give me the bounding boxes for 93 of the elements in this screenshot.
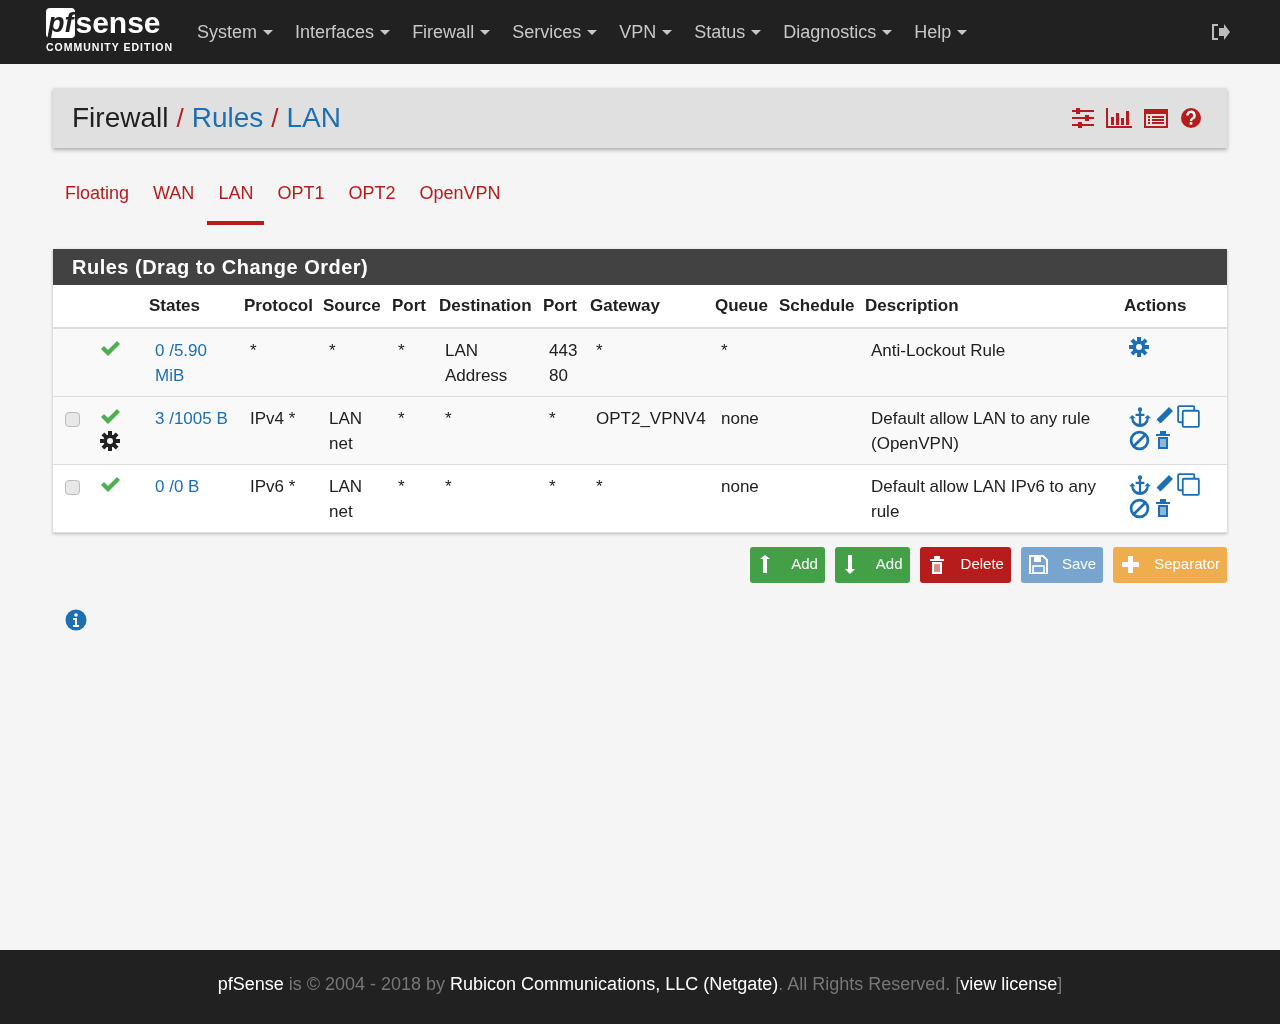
table-cell: IPv4 * [250,408,296,428]
logout-icon[interactable] [1210,23,1230,41]
copyright-text: pfSense is © 2004 - 2018 by Rubicon Communications, LLC (Netgate). All Rights Reserved. [view license] [217,972,1063,996]
column-header[interactable]: Schedule [779,296,855,315]
interface-tab[interactable]: OPT1 [266,180,336,225]
interface-tab[interactable]: Floating [54,180,141,225]
help-icon[interactable] [1180,107,1202,129]
breadcrumb-link[interactable]: LAN [286,97,341,139]
table-cell: * [398,476,405,496]
table-cell: 443 80 [549,340,578,385]
states-link[interactable]: 3 /1005 B [155,405,240,431]
table-cell: Anti-Lockout Rule [871,340,1006,360]
table-cell: Default allow LAN to any rule (OpenVPN) [871,408,1091,453]
rule-checkbox[interactable] [65,411,80,427]
column-header[interactable]: Gateway [590,296,660,315]
anchor-icon[interactable] [1129,405,1151,427]
pfsense-logo[interactable]: pfsense COMMUNITY EDITION [46,8,174,56]
table-cell: * [445,476,452,496]
trash-icon[interactable] [927,555,947,574]
caret-icon[interactable] [662,29,673,35]
table-cell: * [721,340,728,360]
table-cell: LAN net [329,476,363,521]
caret-icon[interactable] [882,29,893,35]
column-header[interactable]: States [149,296,201,315]
delete-icon[interactable] [1153,430,1173,450]
nav-menu[interactable]: Help [914,18,968,46]
caret-icon[interactable] [751,29,762,35]
disable-icon[interactable] [1129,497,1150,519]
table-cell: * [398,340,405,360]
table-cell: * [398,408,405,428]
interface-tab[interactable]: OpenVPN [408,180,512,225]
table-cell: LAN net [329,408,363,453]
table-cell: * [596,340,603,360]
column-header[interactable]: Destination [439,296,532,315]
disable-icon[interactable] [1129,429,1150,451]
info-icon[interactable] [65,608,87,631]
nav-menu[interactable]: Services [512,18,598,46]
table-cell: * [250,340,257,360]
nav-menu[interactable]: Firewall [412,18,491,46]
nav-menu[interactable]: Status [694,18,762,46]
column-header[interactable]: Description [865,296,959,315]
nav-menu[interactable]: System [197,18,274,46]
interface-tab[interactable]: WAN [142,180,206,225]
enabled-check-icon[interactable] [100,406,120,427]
table-cell: * [549,408,556,428]
caret-icon[interactable] [480,29,491,35]
breadcrumb-link[interactable]: Rules [191,97,264,139]
enabled-check-icon[interactable] [100,474,120,495]
interface-tab[interactable]: LAN [207,180,265,225]
sliders-icon[interactable] [1072,108,1094,128]
license-link[interactable]: view license [960,973,1058,994]
states-link[interactable]: 0 /0 B [155,473,240,499]
breadcrumb-separator: / [271,101,279,135]
copy-icon[interactable] [1177,404,1200,428]
table-cell: * [549,476,556,496]
rule-checkbox[interactable] [65,479,80,495]
table-cell: none [721,408,759,428]
edit-icon[interactable] [1154,406,1174,426]
table-cell: IPv6 * [250,476,296,496]
column-header[interactable]: Actions [1124,296,1187,315]
copy-icon[interactable] [1177,472,1200,496]
anchor-icon[interactable] [1129,473,1151,495]
nav-menu[interactable]: Diagnostics [783,18,893,46]
column-header[interactable]: Queue [715,296,768,315]
states-link[interactable]: 0 /5.90 MiB [155,337,240,388]
table-cell: * [596,476,603,496]
nav-menu[interactable]: Interfaces [295,18,391,46]
panel-title: Rules (Drag to Change Order) [53,249,1227,285]
breadcrumb-separator: / [176,101,184,135]
delete-icon[interactable] [1153,498,1173,518]
column-header[interactable]: Port [392,296,426,315]
interface-tab[interactable]: OPT2 [337,180,407,225]
table-cell: OPT2_VPNV4 [596,408,706,428]
delete-button[interactable]: Delete [919,546,1011,583]
caret-icon[interactable] [263,29,274,35]
caret-icon[interactable] [957,29,968,35]
table-cell: * [445,408,452,428]
enabled-check-icon[interactable] [100,338,120,359]
column-header[interactable]: Protocol [244,296,313,315]
settings-icon[interactable] [1129,336,1149,357]
edit-icon[interactable] [1154,474,1174,494]
breadcrumb-title: Firewall [72,101,169,135]
column-header[interactable]: Port [543,296,577,315]
table-cell: Default allow LAN IPv6 to any rule [871,476,1096,521]
table-cell: none [721,476,759,496]
list-window-icon[interactable] [1144,108,1168,128]
column-header[interactable]: Source [323,296,381,315]
caret-icon[interactable] [587,29,598,35]
table-cell: LAN Address [445,340,508,385]
nav-menu[interactable]: VPN [619,18,673,46]
table-cell: * [329,340,336,360]
bar-chart-icon[interactable] [1106,108,1132,128]
caret-icon[interactable] [380,29,391,35]
